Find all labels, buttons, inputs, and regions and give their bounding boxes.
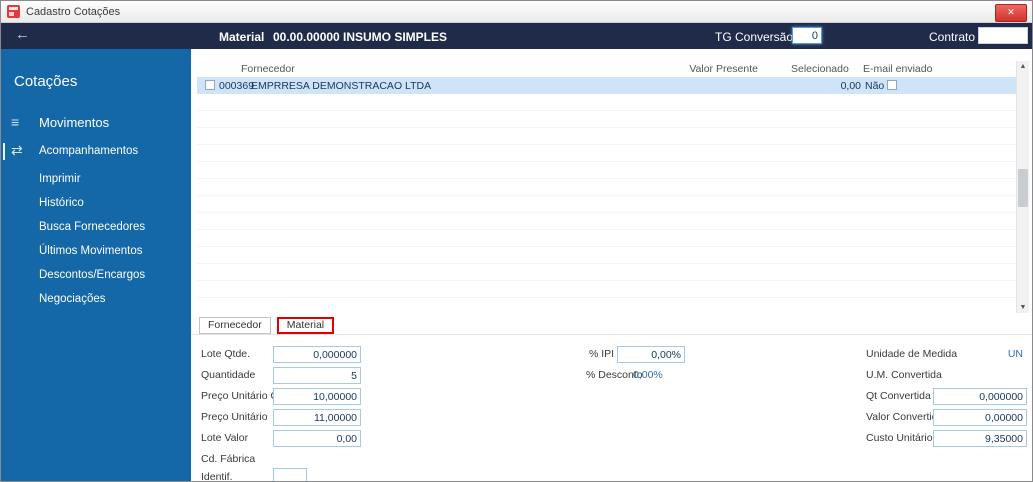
valor-convertido-input[interactable] bbox=[933, 409, 1027, 426]
email-enviado-checkbox[interactable] bbox=[887, 80, 897, 90]
sidebar-item-busca-fornecedores[interactable]: Busca Fornecedores bbox=[1, 217, 191, 239]
sidebar-item-negociacoes[interactable]: Negociações bbox=[1, 289, 191, 311]
sidebar-item-label: Últimos Movimentos bbox=[39, 245, 143, 257]
selecionado-cell: Não bbox=[865, 80, 885, 92]
header-bar: ← Material 00.00.00000 INSUMO SIMPLES TG… bbox=[1, 23, 1032, 49]
identif-label: Identif. bbox=[201, 471, 233, 482]
titlebar: Cadastro Cotações ✕ bbox=[1, 1, 1032, 23]
table-row[interactable]: 000369 EMPRRESA DEMONSTRACAO LTDA 0,00 N… bbox=[197, 77, 1016, 94]
row-select-checkbox[interactable] bbox=[205, 80, 215, 90]
material-code: 00.00.00000 bbox=[273, 30, 340, 44]
tab-material[interactable]: Material bbox=[276, 317, 335, 334]
ipi-input[interactable] bbox=[617, 346, 685, 363]
back-button[interactable]: ← bbox=[15, 26, 30, 43]
lote-valor-label: Lote Valor bbox=[201, 432, 249, 444]
tab-fornecedor[interactable]: Fornecedor bbox=[199, 317, 271, 334]
ipi-label: % IPI bbox=[589, 348, 615, 360]
sidebar-item-label: Movimentos bbox=[39, 115, 110, 130]
sidebar-item-descontos-encargos[interactable]: Descontos/Encargos bbox=[1, 265, 191, 287]
sidebar-item-label: Busca Fornecedores bbox=[39, 221, 146, 233]
column-header-valor-presente[interactable]: Valor Presente bbox=[657, 63, 758, 75]
sidebar: Cotações ≡ Movimentos ⇄ Acompanhamentos … bbox=[1, 49, 191, 481]
grid-header: Fornecedor Valor Presente Selecionado E-… bbox=[197, 61, 1016, 78]
identif-input[interactable] bbox=[273, 468, 307, 481]
quantidade-label: Quantidade bbox=[201, 369, 256, 381]
preco-unitario-origem-input[interactable] bbox=[273, 388, 361, 405]
um-convertida-label: U.M. Convertida bbox=[866, 369, 942, 381]
qt-convertida-label: Qt Convertida bbox=[866, 390, 931, 402]
custo-unitario-input[interactable] bbox=[933, 430, 1027, 447]
fornecedor-name-cell: EMPRRESA DEMONSTRACAO LTDA bbox=[251, 80, 432, 92]
material-label: Material bbox=[219, 30, 265, 44]
preco-unitario-label: Preço Unitário bbox=[201, 411, 268, 423]
fornecedor-code-cell: 000369 bbox=[219, 80, 255, 92]
detail-panel: Fornecedor Material Lote Qtde. Quantidad… bbox=[191, 313, 1032, 482]
valor-presente-cell: 0,00 bbox=[840, 80, 861, 92]
sidebar-title: Cotações bbox=[14, 73, 78, 90]
active-item-indicator bbox=[3, 143, 5, 160]
sidebar-item-movimentos[interactable]: ≡ Movimentos bbox=[1, 113, 191, 135]
swap-icon: ⇄ bbox=[11, 142, 23, 158]
menu-icon: ≡ bbox=[11, 114, 20, 130]
app-window: Cadastro Cotações ✕ ← Material 00.00.000… bbox=[0, 0, 1033, 482]
close-button[interactable]: ✕ bbox=[995, 4, 1027, 22]
sidebar-item-imprimir[interactable]: Imprimir bbox=[1, 169, 191, 191]
desconto-value: 0,00% bbox=[633, 369, 663, 381]
sidebar-item-label: Histórico bbox=[39, 197, 84, 209]
tg-conversao-label: TG Conversão bbox=[715, 30, 794, 44]
lote-qtde-label: Lote Qtde. bbox=[201, 348, 251, 360]
column-header-selecionado[interactable]: Selecionado bbox=[791, 63, 849, 75]
sidebar-item-acompanhamentos[interactable]: ⇄ Acompanhamentos bbox=[1, 141, 191, 163]
column-header-email-enviado[interactable]: E-mail enviado bbox=[863, 63, 932, 75]
scroll-down-icon[interactable]: ▼ bbox=[1017, 304, 1029, 311]
qt-convertida-input[interactable] bbox=[933, 388, 1027, 405]
sidebar-item-label: Descontos/Encargos bbox=[39, 269, 146, 281]
tab-strip: Fornecedor Material bbox=[199, 317, 337, 335]
material-description: INSUMO SIMPLES bbox=[343, 30, 448, 44]
vertical-scrollbar[interactable]: ▲ ▼ bbox=[1016, 61, 1029, 313]
fornecedores-grid: Fornecedor Valor Presente Selecionado E-… bbox=[197, 61, 1029, 313]
window-title: Cadastro Cotações bbox=[26, 5, 121, 18]
app-icon bbox=[7, 5, 20, 18]
scroll-up-icon[interactable]: ▲ bbox=[1017, 63, 1029, 70]
preco-unitario-input[interactable] bbox=[273, 409, 361, 426]
sidebar-item-label: Imprimir bbox=[39, 173, 81, 185]
valor-convertido-label: Valor Convertido bbox=[866, 411, 944, 423]
cd-fabrica-label: Cd. Fábrica bbox=[201, 453, 256, 465]
column-header-fornecedor[interactable]: Fornecedor bbox=[241, 63, 295, 75]
sidebar-item-ultimos-movimentos[interactable]: Últimos Movimentos bbox=[1, 241, 191, 263]
contrato-label: Contrato bbox=[929, 30, 976, 44]
sidebar-item-label: Negociações bbox=[39, 293, 106, 305]
contrato-input[interactable] bbox=[978, 27, 1028, 44]
lote-valor-input[interactable] bbox=[273, 430, 361, 447]
unidade-medida-value: UN bbox=[1007, 348, 1023, 360]
sidebar-item-historico[interactable]: Histórico bbox=[1, 193, 191, 215]
custo-unitario-label: Custo Unitário bbox=[866, 432, 933, 444]
lote-qtde-input[interactable] bbox=[273, 346, 361, 363]
sidebar-item-label: Acompanhamentos bbox=[39, 145, 139, 157]
quantidade-input[interactable] bbox=[273, 367, 361, 384]
tg-conversao-input[interactable] bbox=[792, 27, 822, 44]
panel-divider bbox=[191, 334, 1032, 335]
scrollbar-thumb[interactable] bbox=[1018, 169, 1028, 207]
grid-empty-rows bbox=[197, 94, 1016, 313]
